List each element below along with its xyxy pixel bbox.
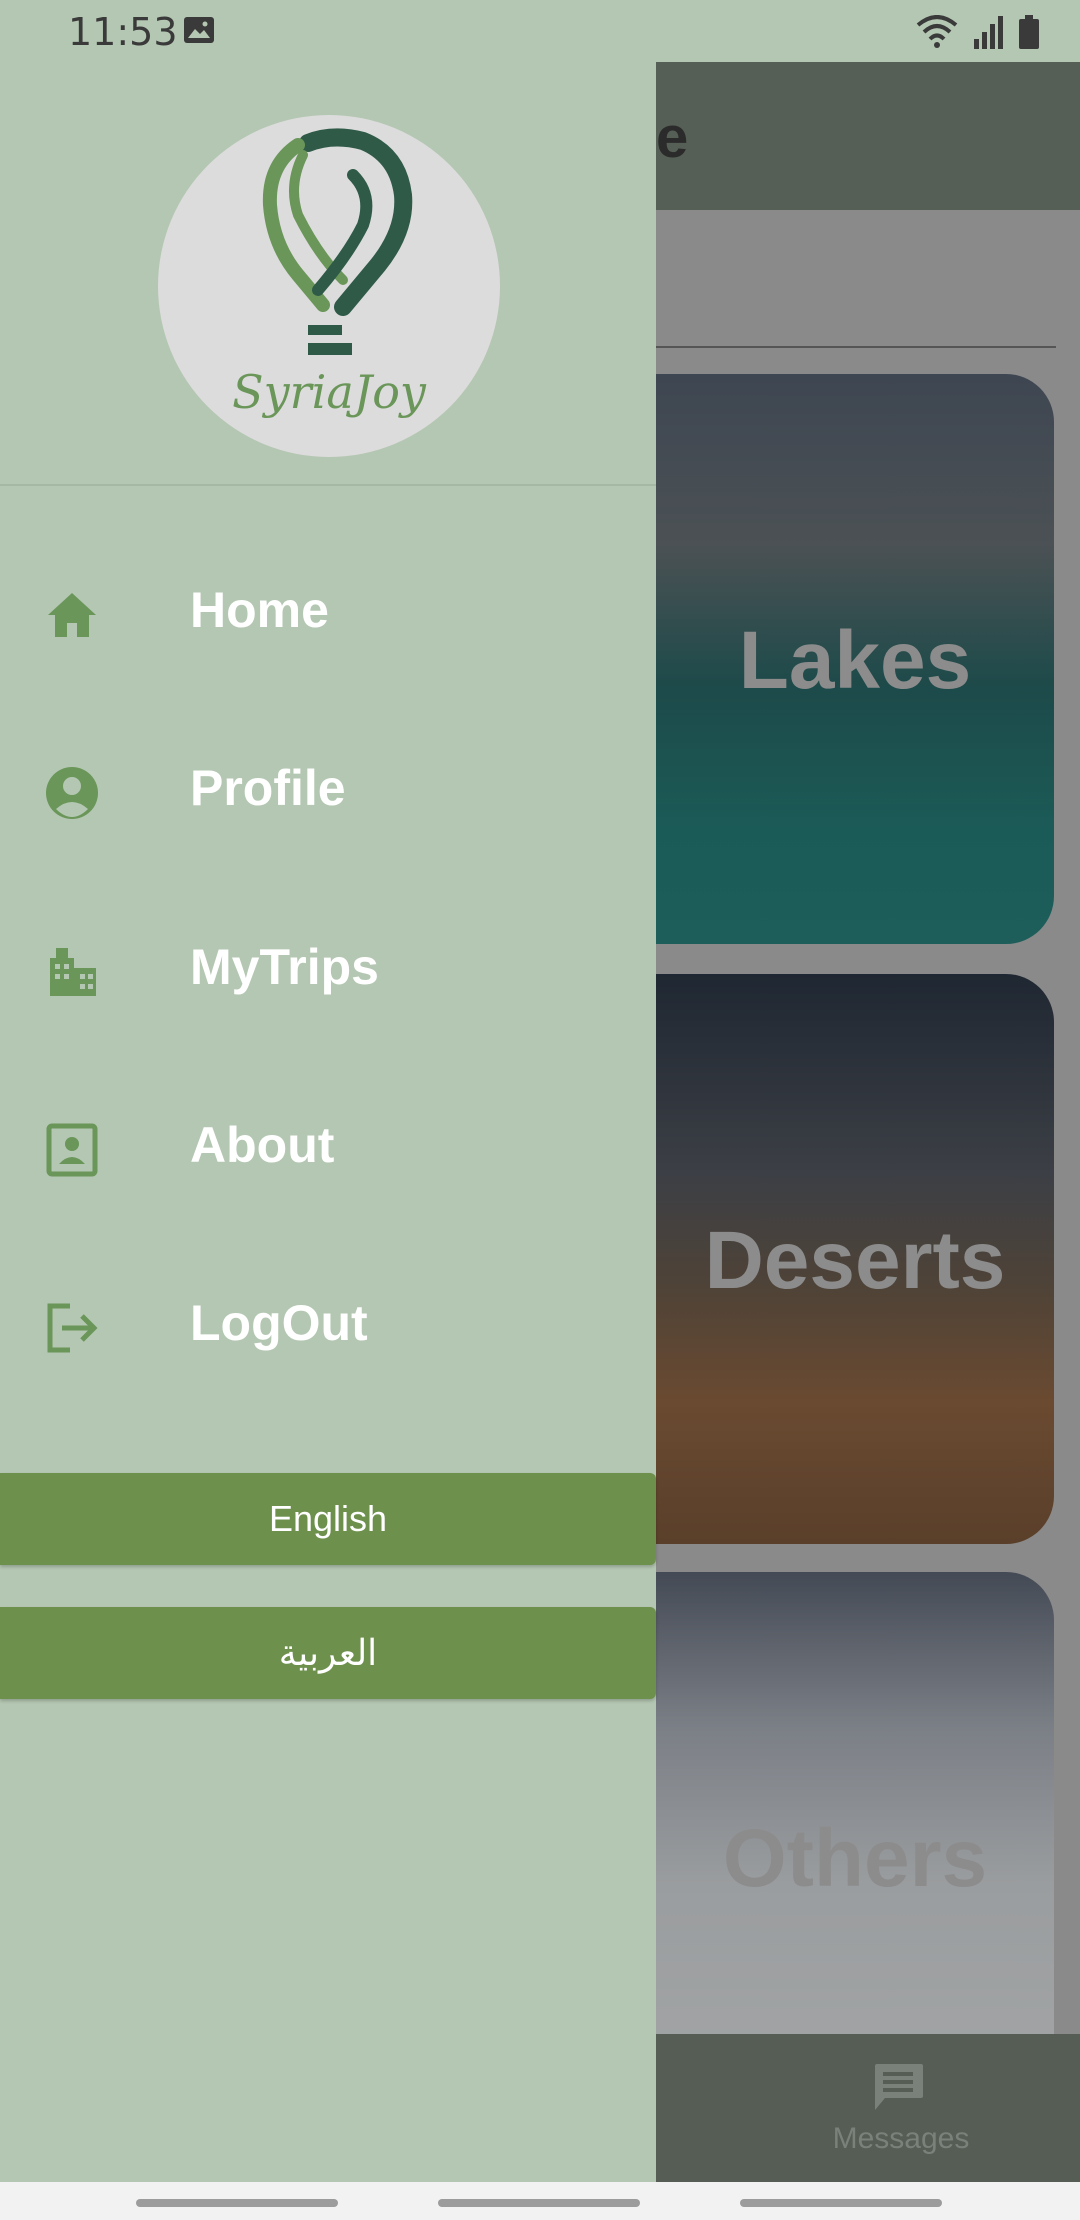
english-language-button[interactable]: English [0,1473,656,1565]
search-underline [656,346,1056,348]
bottom-navigation [656,2034,1080,2182]
category-card-others[interactable]: Others [656,1572,1054,2092]
messages-tab-label[interactable]: Messages [826,2122,976,2156]
drawer-item-label: MyTrips [190,939,379,995]
drawer-item-label: Home [190,582,329,638]
gallery-icon [184,17,214,43]
system-navigation-bar [0,2182,1080,2220]
drawer-item-mytrips[interactable]: MyTrips [0,910,656,1030]
home-icon [48,593,96,637]
app-bar: e [656,62,1080,210]
card-label: Lakes [738,615,972,706]
nav-home-handle[interactable] [438,2199,640,2207]
drawer-item-logout[interactable]: LogOut [0,1266,656,1386]
buildings-icon [50,948,96,996]
card-label: Others [722,1813,988,1904]
battery-icon [1019,15,1039,49]
account-circle-icon [46,767,98,819]
background-app: e Lakes Deserts Others Messages [656,62,1080,2182]
contact-card-icon [46,1123,98,1177]
status-time: 11:53 [68,10,178,54]
app-bar-title: e [656,105,689,170]
messages-icon[interactable] [871,2062,925,2114]
drawer-divider [0,484,656,486]
navigation-drawer: SyriaJoy Home Profile MyTrips About LogO… [0,62,656,2182]
category-card-deserts[interactable]: Deserts [656,974,1054,1544]
logo-wordmark: SyriaJoy [232,365,426,419]
nav-back-handle[interactable] [740,2199,942,2207]
status-bar: 11:53 [0,0,1080,62]
nav-recents-handle[interactable] [136,2199,338,2207]
drawer-item-about[interactable]: About [0,1088,656,1208]
drawer-item-label: LogOut [190,1295,368,1351]
drawer-item-label: About [190,1117,335,1173]
card-label: Deserts [704,1215,1006,1306]
signal-icon [974,16,1003,49]
status-icons [916,12,1040,52]
drawer-item-profile[interactable]: Profile [0,731,656,851]
arabic-language-button[interactable]: العربية [0,1607,656,1699]
drawer-item-label: Profile [190,760,346,816]
drawer-item-home[interactable]: Home [0,553,656,673]
category-card-lakes[interactable]: Lakes [656,374,1054,944]
wifi-icon [916,15,958,48]
app-logo: SyriaJoy [158,115,500,457]
logout-icon [47,1303,98,1353]
